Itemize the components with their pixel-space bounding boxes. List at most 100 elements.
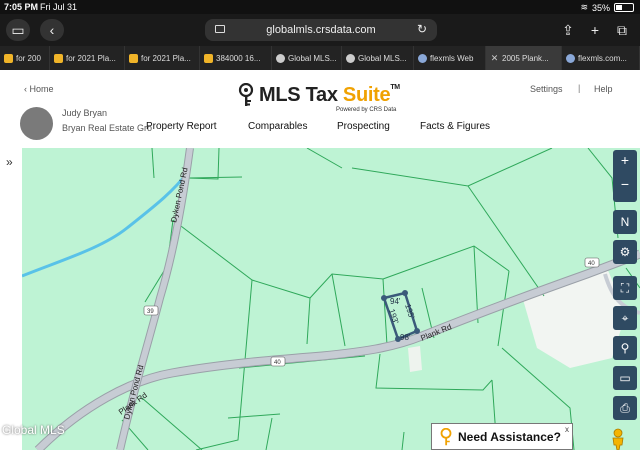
tab-strip: for 200 for 2021 Pla... for 2021 Pla... 384… [0, 46, 640, 70]
avatar[interactable] [20, 107, 53, 140]
tab-label: for 2021 Pla... [66, 53, 116, 63]
printer-icon: ⎙ [620, 400, 630, 415]
status-time: 7:05 PM [4, 2, 39, 12]
key-logo-icon [238, 83, 254, 106]
map-search-button[interactable]: ⚲ [613, 336, 637, 360]
home-link[interactable]: ‹ Home [24, 84, 54, 94]
favicon-icon [129, 53, 138, 63]
stream [22, 171, 190, 278]
tab-label: 2005 Plank... [502, 53, 549, 63]
logo-suite: Suite [342, 83, 391, 106]
logo-subtitle: Powered by CRS Data [336, 107, 397, 113]
browser-tab[interactable]: Global MLS... [342, 46, 414, 70]
user-company: Bryan Real Estate Gro [62, 123, 153, 133]
favicon-icon [418, 53, 427, 63]
status-bar: 7:05 PM Fri Jul 31 ≋ 35% [0, 0, 640, 14]
browser-tab[interactable]: 384000 16... [200, 46, 272, 70]
search-icon: ⚲ [620, 341, 630, 355]
address-bar[interactable]: globalmls.crsdata.com ↻ [205, 19, 437, 41]
globe-icon [346, 53, 355, 63]
route-40-right-label: 40 [588, 261, 595, 267]
nav-comparables[interactable]: Comparables [248, 121, 307, 132]
tab-label: flexmls.com... [578, 53, 627, 63]
nav-facts-figures[interactable]: Facts & Figures [420, 121, 490, 132]
favicon-icon [4, 53, 13, 63]
favicon-icon [54, 53, 63, 63]
route-40-left-label: 40 [274, 360, 281, 366]
globe-icon [276, 53, 285, 63]
parcel-vertex [381, 295, 387, 301]
print-button[interactable]: ⎙ [613, 396, 637, 420]
route-39-label: 39 [147, 309, 154, 315]
fullscreen-button[interactable]: ⛶ [613, 276, 637, 300]
dimension-right: 195' [403, 303, 416, 320]
cleared-area-2 [408, 346, 422, 372]
parcel-vertex [402, 290, 408, 296]
expand-panel-icon[interactable]: » [6, 155, 13, 169]
browser-tab[interactable]: for 2021 Pla... [50, 46, 125, 70]
label-plank-right: Plank Rd [419, 322, 452, 343]
browser-tab[interactable]: ✕ 2005 Plank... [486, 46, 562, 70]
assist-label: Need Assistance? [458, 429, 561, 444]
header-separator: | [578, 83, 581, 93]
street-view-pegman-icon[interactable] [608, 428, 628, 450]
favicon-icon [566, 53, 575, 63]
gear-icon: ⚙ [619, 245, 631, 259]
crosshair-icon: ⌖ [621, 310, 629, 325]
browser-tab[interactable]: for 2021 Pla... [125, 46, 200, 70]
settings-link[interactable]: Settings [530, 84, 563, 94]
watermark: Global MLS [2, 423, 65, 437]
map-view[interactable]: 39 40 40 Dyken Pond Rd Dyken Pond Rd Pla… [22, 148, 640, 450]
help-link[interactable]: Help [594, 84, 613, 94]
ruler-icon: ▭ [619, 371, 631, 385]
need-assistance-button[interactable]: Need Assistance? x [431, 423, 573, 450]
battery-fill [616, 5, 622, 10]
compass-button[interactable]: N [613, 210, 637, 234]
close-tab-icon[interactable]: ✕ [490, 53, 499, 63]
wifi-icon: ≋ [580, 2, 588, 12]
status-right: ≋ 35% [580, 2, 634, 13]
tab-label: Global MLS... [288, 53, 337, 63]
tab-label: for 2021 Pla... [141, 53, 191, 63]
battery-percent: 35% [591, 2, 610, 13]
logo-text: MLS Tax SuiteTM [259, 84, 400, 107]
measure-button[interactable]: ▭ [613, 366, 637, 390]
browser-tab[interactable]: flexmls.com... [562, 46, 640, 70]
back-button[interactable]: ‹ [40, 19, 64, 41]
nav-prospecting[interactable]: Prospecting [337, 121, 390, 132]
favicon-icon [204, 53, 213, 63]
share-icon[interactable]: ⇪ [556, 19, 580, 41]
key-icon [440, 427, 452, 445]
new-tab-icon[interactable]: + [583, 19, 607, 41]
map-settings-button[interactable]: ⚙ [613, 240, 637, 264]
locate-button[interactable]: ⌖ [613, 306, 637, 330]
logo-name: MLS Tax [259, 83, 343, 106]
assist-close-icon[interactable]: x [565, 425, 569, 434]
compass-icon: N [620, 215, 630, 229]
battery-icon [614, 3, 634, 12]
dimension-left: 193' [387, 308, 400, 325]
zoom-out-button[interactable]: − [613, 176, 637, 192]
browser-tab[interactable]: flexmls Web [414, 46, 486, 70]
zoom-in-button[interactable]: + [613, 152, 637, 168]
reload-icon[interactable]: ↻ [417, 22, 427, 36]
home-label: Home [29, 84, 54, 94]
nav-property-report[interactable]: Property Report [146, 121, 217, 132]
logo-tm: TM [390, 83, 400, 91]
site-header: ‹ Home MLS Tax SuiteTM Powered by CRS Da… [0, 70, 640, 148]
sidebar-toggle-icon[interactable]: ▭ [6, 19, 30, 41]
zoom-control: + − [613, 150, 637, 202]
logo[interactable]: MLS Tax SuiteTM Powered by CRS Data [238, 80, 400, 113]
browser-toolbar: ▭ ‹ globalmls.crsdata.com ↻ ⇪ + ⧉ [0, 14, 640, 46]
dimension-bottom: 98' [400, 333, 411, 342]
map-canvas: 39 40 40 Dyken Pond Rd Dyken Pond Rd Pla… [22, 148, 640, 450]
fullscreen-icon: ⛶ [620, 280, 630, 295]
tabs-overview-icon[interactable]: ⧉ [610, 19, 634, 41]
tab-label: Global MLS... [358, 53, 407, 63]
tab-label: flexmls Web [430, 53, 474, 63]
parcel-vertex [414, 328, 420, 334]
browser-tab[interactable]: for 200 [0, 46, 50, 70]
tab-label: 384000 16... [216, 53, 261, 63]
browser-tab[interactable]: Global MLS... [272, 46, 342, 70]
app-root: 7:05 PM Fri Jul 31 ≋ 35% ▭ ‹ globalmls.c… [0, 0, 640, 450]
